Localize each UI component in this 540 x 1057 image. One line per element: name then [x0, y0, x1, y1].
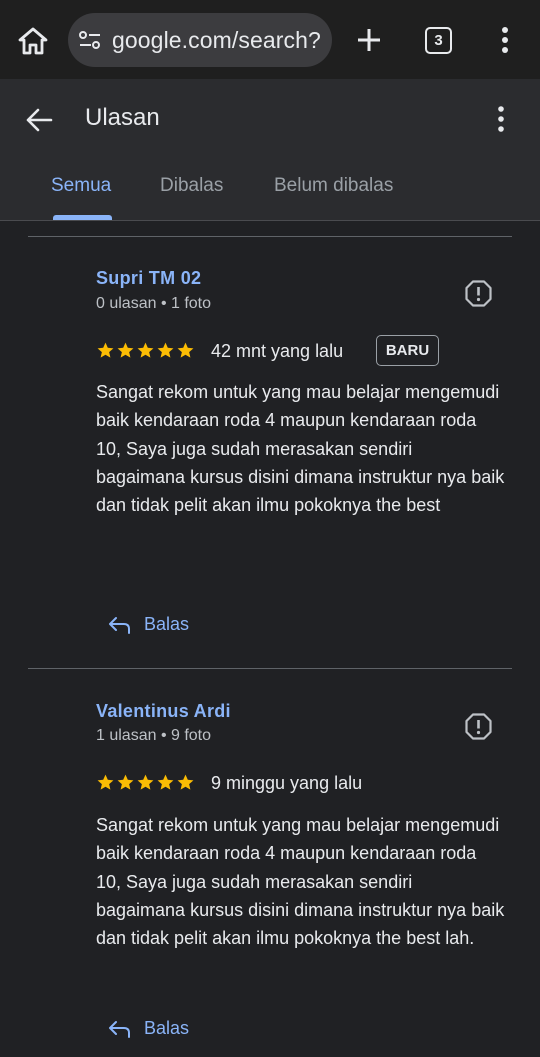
tab-switcher-button[interactable]: 3: [425, 27, 452, 54]
reply-label: Balas: [144, 614, 190, 634]
report-icon[interactable]: [465, 280, 492, 307]
tab-semua[interactable]: Semua: [51, 175, 111, 197]
reviews-header: Ulasan Semua Dibalas Belum dibalas: [0, 79, 540, 221]
star-icon: [177, 342, 194, 358]
page-title: Ulasan: [85, 104, 160, 131]
more-vert-icon[interactable]: [490, 103, 512, 135]
back-arrow-icon[interactable]: [24, 105, 54, 135]
tab-count: 3: [434, 32, 443, 49]
reviewer-meta: 1 ulasan • 9 foto: [96, 727, 212, 744]
star-icon: [117, 342, 134, 358]
reviewer-name[interactable]: Supri TM 02: [96, 268, 201, 289]
star-icon: [97, 774, 114, 790]
reviewer-name[interactable]: Valentinus Ardi: [96, 701, 231, 722]
star-rating: [96, 773, 195, 792]
review-time: 9 minggu yang lalu: [211, 773, 363, 793]
star-icon: [177, 774, 194, 790]
new-badge-label: BARU: [385, 342, 430, 359]
review-text: Sangat rekom untuk yang mau belajar meng…: [96, 382, 505, 516]
reviewer-meta: 0 ulasan • 1 foto: [96, 295, 212, 312]
tab-belum-dibalas[interactable]: Belum dibalas: [274, 175, 393, 197]
star-rating: [96, 341, 195, 360]
plus-icon[interactable]: [354, 25, 384, 55]
address-bar[interactable]: google.com/search?: [68, 13, 332, 67]
review-time: 42 mnt yang lalu: [211, 341, 344, 361]
reply-arrow-icon: [109, 1020, 130, 1038]
star-icon: [137, 774, 154, 790]
more-vert-icon[interactable]: [494, 24, 516, 56]
reply-button[interactable]: Balas: [108, 1018, 189, 1039]
home-icon[interactable]: [16, 24, 50, 58]
reply-arrow-icon: [109, 616, 130, 634]
new-badge: BARU: [376, 335, 439, 366]
report-icon[interactable]: [465, 713, 492, 740]
tab-dibalas[interactable]: Dibalas: [160, 175, 223, 197]
star-icon: [157, 774, 174, 790]
reply-button[interactable]: Balas: [108, 614, 189, 635]
active-tab-indicator: [53, 215, 112, 220]
star-icon: [157, 342, 174, 358]
star-icon: [137, 342, 154, 358]
star-icon: [97, 342, 114, 358]
divider: [28, 236, 512, 237]
divider: [28, 668, 512, 669]
url-text: google.com/search?: [112, 27, 321, 53]
site-settings-icon[interactable]: [78, 30, 102, 50]
review-text: Sangat rekom untuk yang mau belajar meng…: [96, 815, 505, 949]
reply-label: Balas: [144, 1018, 190, 1038]
browser-toolbar: google.com/search? 3: [0, 0, 540, 79]
star-icon: [117, 774, 134, 790]
